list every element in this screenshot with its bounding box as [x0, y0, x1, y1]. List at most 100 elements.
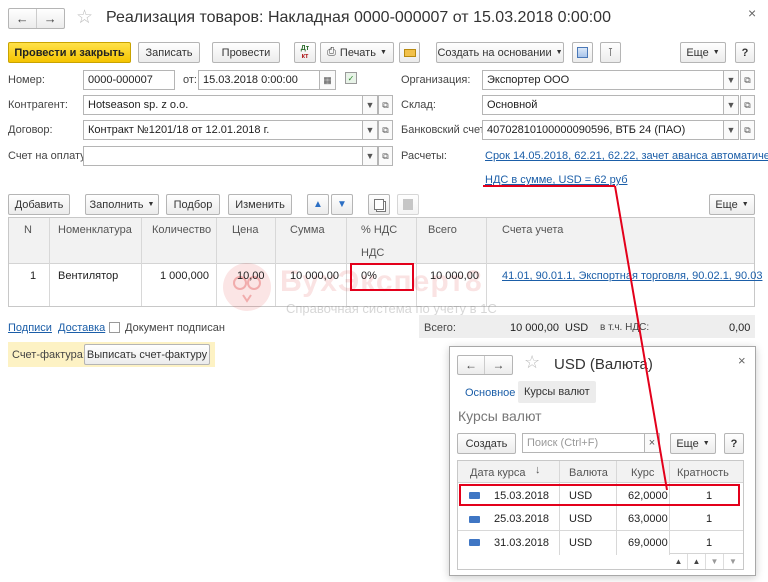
date-from-label: от:	[183, 74, 197, 86]
total-label: Всего:	[424, 322, 456, 334]
warehouse-field[interactable]: Основной	[482, 95, 724, 115]
move-down-button[interactable]: ▼	[331, 194, 353, 215]
counterparty-field[interactable]: Hotseason sp. z o.o.	[83, 95, 363, 115]
col-header-qty: Количество	[152, 224, 212, 236]
clear-search-icon[interactable]: ×	[645, 433, 660, 453]
issue-invoice-button[interactable]: Выписать счет-фактуру	[84, 344, 210, 365]
calendar-icon[interactable]: ▦	[320, 70, 336, 90]
rate-row-currency[interactable]: USD	[569, 513, 592, 525]
move-up-button[interactable]: ▲	[307, 194, 329, 215]
rates-header-date[interactable]: Дата курса	[470, 467, 525, 479]
post-button[interactable]: Провести	[212, 42, 280, 63]
signatures-link[interactable]: Подписи	[8, 322, 52, 334]
invoice-payment-dropdown-icon[interactable]: ▼	[363, 146, 378, 166]
vat-amount-link[interactable]: НДС в сумме, USD = 62 руб	[485, 174, 628, 186]
warehouse-dropdown-icon[interactable]: ▼	[724, 95, 739, 115]
number-field[interactable]: 0000-000007	[83, 70, 175, 90]
popup-tab-main[interactable]: Основное	[465, 387, 515, 399]
dt-kt-button[interactable]: Дт кт	[294, 42, 316, 63]
add-button[interactable]: Добавить	[8, 194, 70, 215]
rates-header-multiplicity[interactable]: Кратность	[677, 467, 729, 479]
bank-account-dropdown-icon[interactable]: ▼	[724, 120, 739, 140]
more-button[interactable]: Еще ▼	[680, 42, 726, 63]
fill-button[interactable]: Заполнить ▼	[85, 194, 159, 215]
contract-dropdown-icon[interactable]: ▼	[363, 120, 378, 140]
row-n: 1	[30, 270, 37, 282]
row-item[interactable]: Вентилятор	[58, 270, 118, 282]
scroll-last-icon[interactable]: ▼	[724, 554, 742, 569]
row-qty[interactable]: 1 000,000	[160, 270, 209, 282]
invoice-payment-open-icon[interactable]: ⧉	[378, 146, 393, 166]
scroll-first-icon[interactable]: ▲	[670, 554, 688, 569]
warehouse-open-icon[interactable]: ⧉	[740, 95, 755, 115]
popup-tab-rates[interactable]: Курсы валют	[518, 381, 596, 403]
date-field[interactable]: 15.03.2018 0:00:00	[198, 70, 320, 90]
popup-nav-buttons: ← →	[457, 355, 513, 375]
rate-row-date[interactable]: 31.03.2018	[494, 537, 549, 549]
bank-account-field[interactable]: 40702810100000090596, ВТБ 24 (ПАО)	[482, 120, 724, 140]
print-button[interactable]: ⎙ Печать ▼	[320, 42, 394, 63]
create-based-button[interactable]: Создать на основании ▼	[436, 42, 564, 63]
number-label: Номер:	[8, 74, 45, 86]
table-more-button[interactable]: Еще ▼	[709, 194, 755, 215]
settlements-link[interactable]: Срок 14.05.2018, 62.21, 62.22, зачет ава…	[485, 150, 768, 162]
forward-arrow-icon[interactable]: →	[485, 356, 512, 374]
invoice-payment-field[interactable]	[83, 146, 363, 166]
delivery-link[interactable]: Доставка	[58, 322, 105, 334]
col-header-accounts: Счета учета	[502, 224, 564, 236]
counterparty-open-icon[interactable]: ⧉	[378, 95, 393, 115]
organization-field[interactable]: Экспортер ООО	[482, 70, 724, 90]
rate-row-multiplicity[interactable]: 1	[706, 513, 712, 525]
popup-create-button[interactable]: Создать	[457, 433, 516, 454]
contract-field[interactable]: Контракт №1201/18 от 12.01.2018 г.	[83, 120, 363, 140]
warehouse-label: Склад:	[401, 99, 436, 111]
more-label: Еще	[715, 198, 738, 211]
select-button[interactable]: Подбор	[166, 194, 220, 215]
back-arrow-icon[interactable]: ←	[9, 9, 37, 28]
post-and-close-button[interactable]: Провести и закрыть	[8, 42, 131, 63]
structure-icon	[577, 47, 588, 58]
counterparty-dropdown-icon[interactable]: ▼	[363, 95, 378, 115]
col-divider	[49, 218, 50, 306]
fill-label: Заполнить	[89, 198, 144, 211]
row-price[interactable]: 10,00	[237, 270, 265, 282]
rate-row-currency[interactable]: USD	[569, 537, 592, 549]
row-total[interactable]: 10 000,00	[430, 270, 479, 282]
col-divider	[216, 218, 217, 306]
rates-header-rate[interactable]: Курс	[631, 467, 654, 479]
structure-button[interactable]	[572, 42, 593, 63]
forward-arrow-icon[interactable]: →	[37, 9, 64, 28]
attach-button[interactable]: ⊺	[600, 42, 621, 63]
rate-row-rate[interactable]: 63,0000	[628, 513, 668, 525]
bank-account-open-icon[interactable]: ⧉	[740, 120, 755, 140]
favorite-star-icon[interactable]: ☆	[524, 352, 540, 373]
rate-row-date[interactable]: 25.03.2018	[494, 513, 549, 525]
sort-desc-icon[interactable]: ↓	[535, 464, 541, 476]
rates-header-currency[interactable]: Валюта	[569, 467, 608, 479]
back-arrow-icon[interactable]: ←	[458, 356, 485, 374]
col-header-item: Номенклатура	[58, 224, 132, 236]
favorite-star-icon[interactable]: ☆	[76, 6, 93, 29]
popup-help-button[interactable]: ?	[724, 433, 744, 454]
organization-open-icon[interactable]: ⧉	[740, 70, 755, 90]
rate-row-multiplicity[interactable]: 1	[706, 537, 712, 549]
save-button[interactable]: Записать	[138, 42, 200, 63]
rate-row-rate[interactable]: 69,0000	[628, 537, 668, 549]
copy-row-button[interactable]	[368, 194, 390, 215]
popup-close-icon[interactable]: ×	[738, 353, 746, 368]
scroll-down-icon[interactable]: ▼	[706, 554, 724, 569]
popup-search-input[interactable]: Поиск (Ctrl+F)	[522, 433, 645, 453]
scroll-up-icon[interactable]: ▲	[688, 554, 706, 569]
invoice-payment-label: Счет на оплату:	[8, 150, 89, 162]
doc-signed-checkbox[interactable]	[109, 322, 120, 333]
paste-row-button[interactable]	[397, 194, 419, 215]
row-accounts-link[interactable]: 41.01, 90.01.1, Экспортная торговля, 90.…	[502, 270, 762, 282]
contract-open-icon[interactable]: ⧉	[378, 120, 393, 140]
organization-dropdown-icon[interactable]: ▼	[724, 70, 739, 90]
popup-more-button[interactable]: Еще ▼	[670, 433, 716, 454]
email-button[interactable]	[399, 42, 420, 63]
close-icon[interactable]: ×	[748, 5, 756, 21]
help-button[interactable]: ?	[735, 42, 755, 63]
change-button[interactable]: Изменить	[228, 194, 292, 215]
row-sum[interactable]: 10 000,00	[290, 270, 339, 282]
